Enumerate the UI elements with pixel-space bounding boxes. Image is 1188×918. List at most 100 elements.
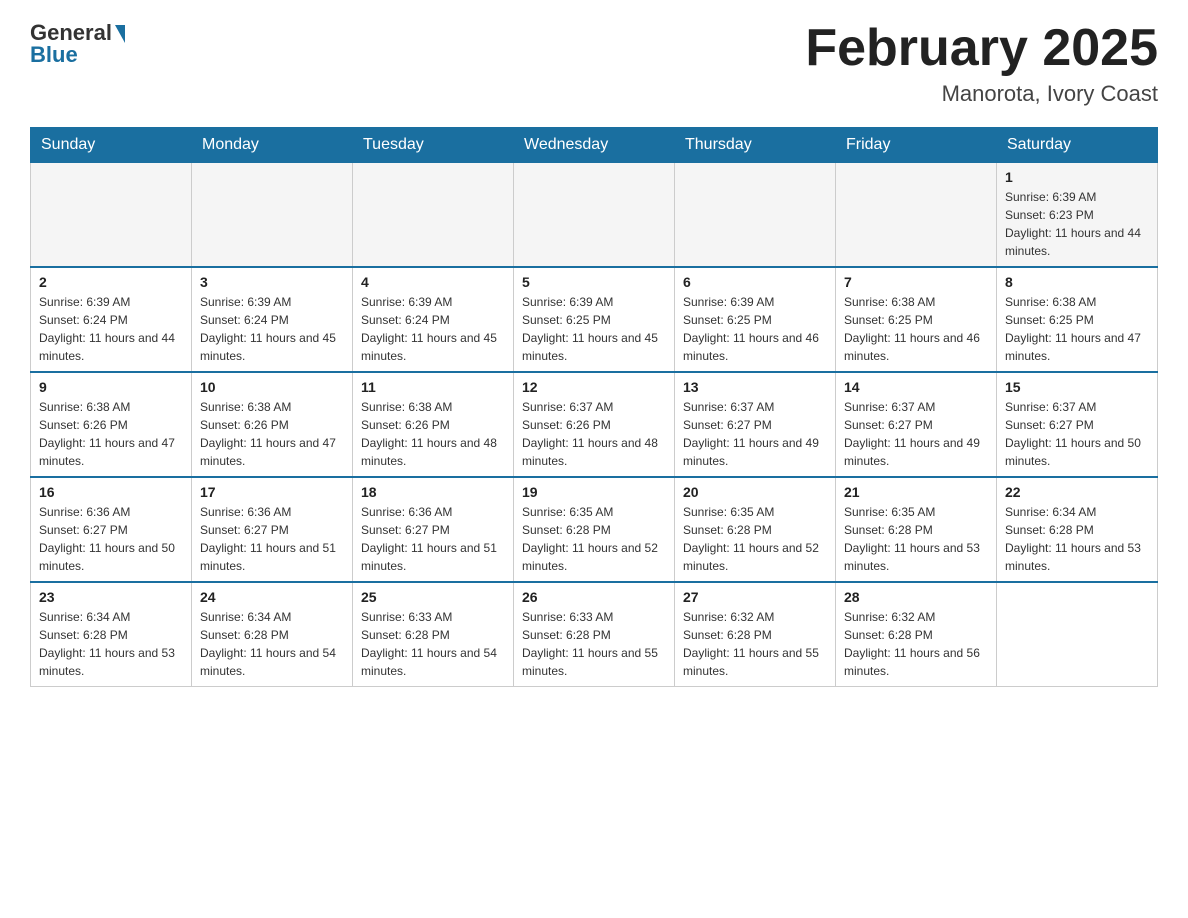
column-header-tuesday: Tuesday xyxy=(353,128,514,163)
day-info: Sunrise: 6:35 AMSunset: 6:28 PMDaylight:… xyxy=(683,503,827,575)
day-number: 10 xyxy=(200,379,344,395)
day-number: 1 xyxy=(1005,169,1149,185)
day-number: 5 xyxy=(522,274,666,290)
column-header-wednesday: Wednesday xyxy=(514,128,675,163)
calendar-week-row: 9 Sunrise: 6:38 AMSunset: 6:26 PMDaylight… xyxy=(31,372,1158,477)
calendar-header-row: SundayMondayTuesdayWednesdayThursdayFrid… xyxy=(31,128,1158,163)
day-info: Sunrise: 6:38 AMSunset: 6:26 PMDaylight:… xyxy=(361,398,505,470)
calendar-cell xyxy=(675,163,836,268)
calendar-cell: 8Sunrise: 6:38 AMSunset: 6:25 PMDaylight… xyxy=(997,267,1158,372)
calendar-cell: 23 Sunrise: 6:34 AMSunset: 6:28 PMDayligh… xyxy=(31,582,192,687)
day-number: 9 xyxy=(39,379,183,395)
day-number: 2 xyxy=(39,274,183,290)
day-number: 14 xyxy=(844,379,988,395)
day-info: Sunrise: 6:39 AMSunset: 6:24 PMDaylight:… xyxy=(200,293,344,365)
day-number: 8 xyxy=(1005,274,1149,290)
day-info: Sunrise: 6:36 AMSunset: 6:27 PMDaylight:… xyxy=(39,503,183,575)
calendar-cell: 2 Sunrise: 6:39 AMSunset: 6:24 PMDaylight… xyxy=(31,267,192,372)
location-subtitle: Manorota, Ivory Coast xyxy=(805,81,1158,107)
logo-arrow-icon xyxy=(115,25,125,43)
day-number: 13 xyxy=(683,379,827,395)
calendar-cell: 18 Sunrise: 6:36 AMSunset: 6:27 PMDayligh… xyxy=(353,477,514,582)
day-info: Sunrise: 6:38 AMSunset: 6:25 PMDaylight:… xyxy=(844,293,988,365)
day-info: Sunrise: 6:37 AMSunset: 6:27 PMDaylight:… xyxy=(683,398,827,470)
day-number: 4 xyxy=(361,274,505,290)
calendar-cell xyxy=(997,582,1158,687)
calendar-cell xyxy=(31,163,192,268)
calendar-cell: 1 Sunrise: 6:39 AMSunset: 6:23 PMDaylight… xyxy=(997,163,1158,268)
calendar-week-row: 23 Sunrise: 6:34 AMSunset: 6:28 PMDayligh… xyxy=(31,582,1158,687)
calendar-cell: 22 Sunrise: 6:34 AMSunset: 6:28 PMDayligh… xyxy=(997,477,1158,582)
column-header-thursday: Thursday xyxy=(675,128,836,163)
day-number: 21 xyxy=(844,484,988,500)
day-info: Sunrise: 6:34 AMSunset: 6:28 PMDaylight:… xyxy=(200,608,344,680)
calendar-week-row: 1 Sunrise: 6:39 AMSunset: 6:23 PMDaylight… xyxy=(31,163,1158,268)
day-info: Sunrise: 6:38 AMSunset: 6:26 PMDaylight:… xyxy=(200,398,344,470)
day-info: Sunrise: 6:35 AMSunset: 6:28 PMDaylight:… xyxy=(522,503,666,575)
calendar-cell: 4Sunrise: 6:39 AMSunset: 6:24 PMDaylight… xyxy=(353,267,514,372)
calendar-cell: 3 Sunrise: 6:39 AMSunset: 6:24 PMDaylight… xyxy=(192,267,353,372)
day-number: 16 xyxy=(39,484,183,500)
day-number: 18 xyxy=(361,484,505,500)
month-title: February 2025 xyxy=(805,20,1158,77)
day-info: Sunrise: 6:35 AMSunset: 6:28 PMDaylight:… xyxy=(844,503,988,575)
calendar-cell: 25Sunrise: 6:33 AMSunset: 6:28 PMDayligh… xyxy=(353,582,514,687)
column-header-friday: Friday xyxy=(836,128,997,163)
day-info: Sunrise: 6:39 AMSunset: 6:23 PMDaylight:… xyxy=(1005,188,1149,260)
calendar-cell: 11 Sunrise: 6:38 AMSunset: 6:26 PMDayligh… xyxy=(353,372,514,477)
day-info: Sunrise: 6:37 AMSunset: 6:27 PMDaylight:… xyxy=(1005,398,1149,470)
day-info: Sunrise: 6:36 AMSunset: 6:27 PMDaylight:… xyxy=(361,503,505,575)
day-info: Sunrise: 6:39 AMSunset: 6:25 PMDaylight:… xyxy=(522,293,666,365)
column-header-sunday: Sunday xyxy=(31,128,192,163)
day-info: Sunrise: 6:32 AMSunset: 6:28 PMDaylight:… xyxy=(683,608,827,680)
calendar-cell: 20 Sunrise: 6:35 AMSunset: 6:28 PMDayligh… xyxy=(675,477,836,582)
calendar-cell: 24 Sunrise: 6:34 AMSunset: 6:28 PMDayligh… xyxy=(192,582,353,687)
day-info: Sunrise: 6:34 AMSunset: 6:28 PMDaylight:… xyxy=(1005,503,1149,575)
calendar-cell: 26 Sunrise: 6:33 AMSunset: 6:28 PMDayligh… xyxy=(514,582,675,687)
calendar-cell xyxy=(836,163,997,268)
day-number: 3 xyxy=(200,274,344,290)
calendar-cell xyxy=(514,163,675,268)
title-area: February 2025 Manorota, Ivory Coast xyxy=(805,20,1158,107)
day-info: Sunrise: 6:38 AMSunset: 6:26 PMDaylight:… xyxy=(39,398,183,470)
calendar-cell: 19 Sunrise: 6:35 AMSunset: 6:28 PMDayligh… xyxy=(514,477,675,582)
day-number: 17 xyxy=(200,484,344,500)
calendar-cell: 5 Sunrise: 6:39 AMSunset: 6:25 PMDaylight… xyxy=(514,267,675,372)
day-info: Sunrise: 6:39 AMSunset: 6:24 PMDaylight:… xyxy=(39,293,183,365)
column-header-monday: Monday xyxy=(192,128,353,163)
day-number: 23 xyxy=(39,589,183,605)
day-info: Sunrise: 6:39 AMSunset: 6:25 PMDaylight:… xyxy=(683,293,827,365)
logo: General Blue xyxy=(30,20,125,68)
logo-blue-text: Blue xyxy=(30,42,78,68)
calendar-cell: 12 Sunrise: 6:37 AMSunset: 6:26 PMDayligh… xyxy=(514,372,675,477)
calendar-cell: 7 Sunrise: 6:38 AMSunset: 6:25 PMDaylight… xyxy=(836,267,997,372)
day-number: 19 xyxy=(522,484,666,500)
calendar-table: SundayMondayTuesdayWednesdayThursdayFrid… xyxy=(30,127,1158,687)
calendar-cell: 21 Sunrise: 6:35 AMSunset: 6:28 PMDayligh… xyxy=(836,477,997,582)
column-header-saturday: Saturday xyxy=(997,128,1158,163)
day-number: 20 xyxy=(683,484,827,500)
calendar-cell: 6 Sunrise: 6:39 AMSunset: 6:25 PMDaylight… xyxy=(675,267,836,372)
calendar-cell: 27Sunrise: 6:32 AMSunset: 6:28 PMDayligh… xyxy=(675,582,836,687)
calendar-cell xyxy=(353,163,514,268)
day-number: 22 xyxy=(1005,484,1149,500)
day-info: Sunrise: 6:36 AMSunset: 6:27 PMDaylight:… xyxy=(200,503,344,575)
day-info: Sunrise: 6:37 AMSunset: 6:26 PMDaylight:… xyxy=(522,398,666,470)
calendar-cell: 13 Sunrise: 6:37 AMSunset: 6:27 PMDayligh… xyxy=(675,372,836,477)
day-info: Sunrise: 6:33 AMSunset: 6:28 PMDaylight:… xyxy=(361,608,505,680)
calendar-cell: 9 Sunrise: 6:38 AMSunset: 6:26 PMDaylight… xyxy=(31,372,192,477)
calendar-cell xyxy=(192,163,353,268)
day-number: 12 xyxy=(522,379,666,395)
calendar-cell: 15 Sunrise: 6:37 AMSunset: 6:27 PMDayligh… xyxy=(997,372,1158,477)
day-info: Sunrise: 6:34 AMSunset: 6:28 PMDaylight:… xyxy=(39,608,183,680)
day-number: 7 xyxy=(844,274,988,290)
day-number: 26 xyxy=(522,589,666,605)
calendar-cell: 16 Sunrise: 6:36 AMSunset: 6:27 PMDayligh… xyxy=(31,477,192,582)
day-number: 11 xyxy=(361,379,505,395)
day-number: 15 xyxy=(1005,379,1149,395)
day-info: Sunrise: 6:33 AMSunset: 6:28 PMDaylight:… xyxy=(522,608,666,680)
day-number: 6 xyxy=(683,274,827,290)
calendar-cell: 17 Sunrise: 6:36 AMSunset: 6:27 PMDayligh… xyxy=(192,477,353,582)
day-info: Sunrise: 6:32 AMSunset: 6:28 PMDaylight:… xyxy=(844,608,988,680)
day-number: 24 xyxy=(200,589,344,605)
